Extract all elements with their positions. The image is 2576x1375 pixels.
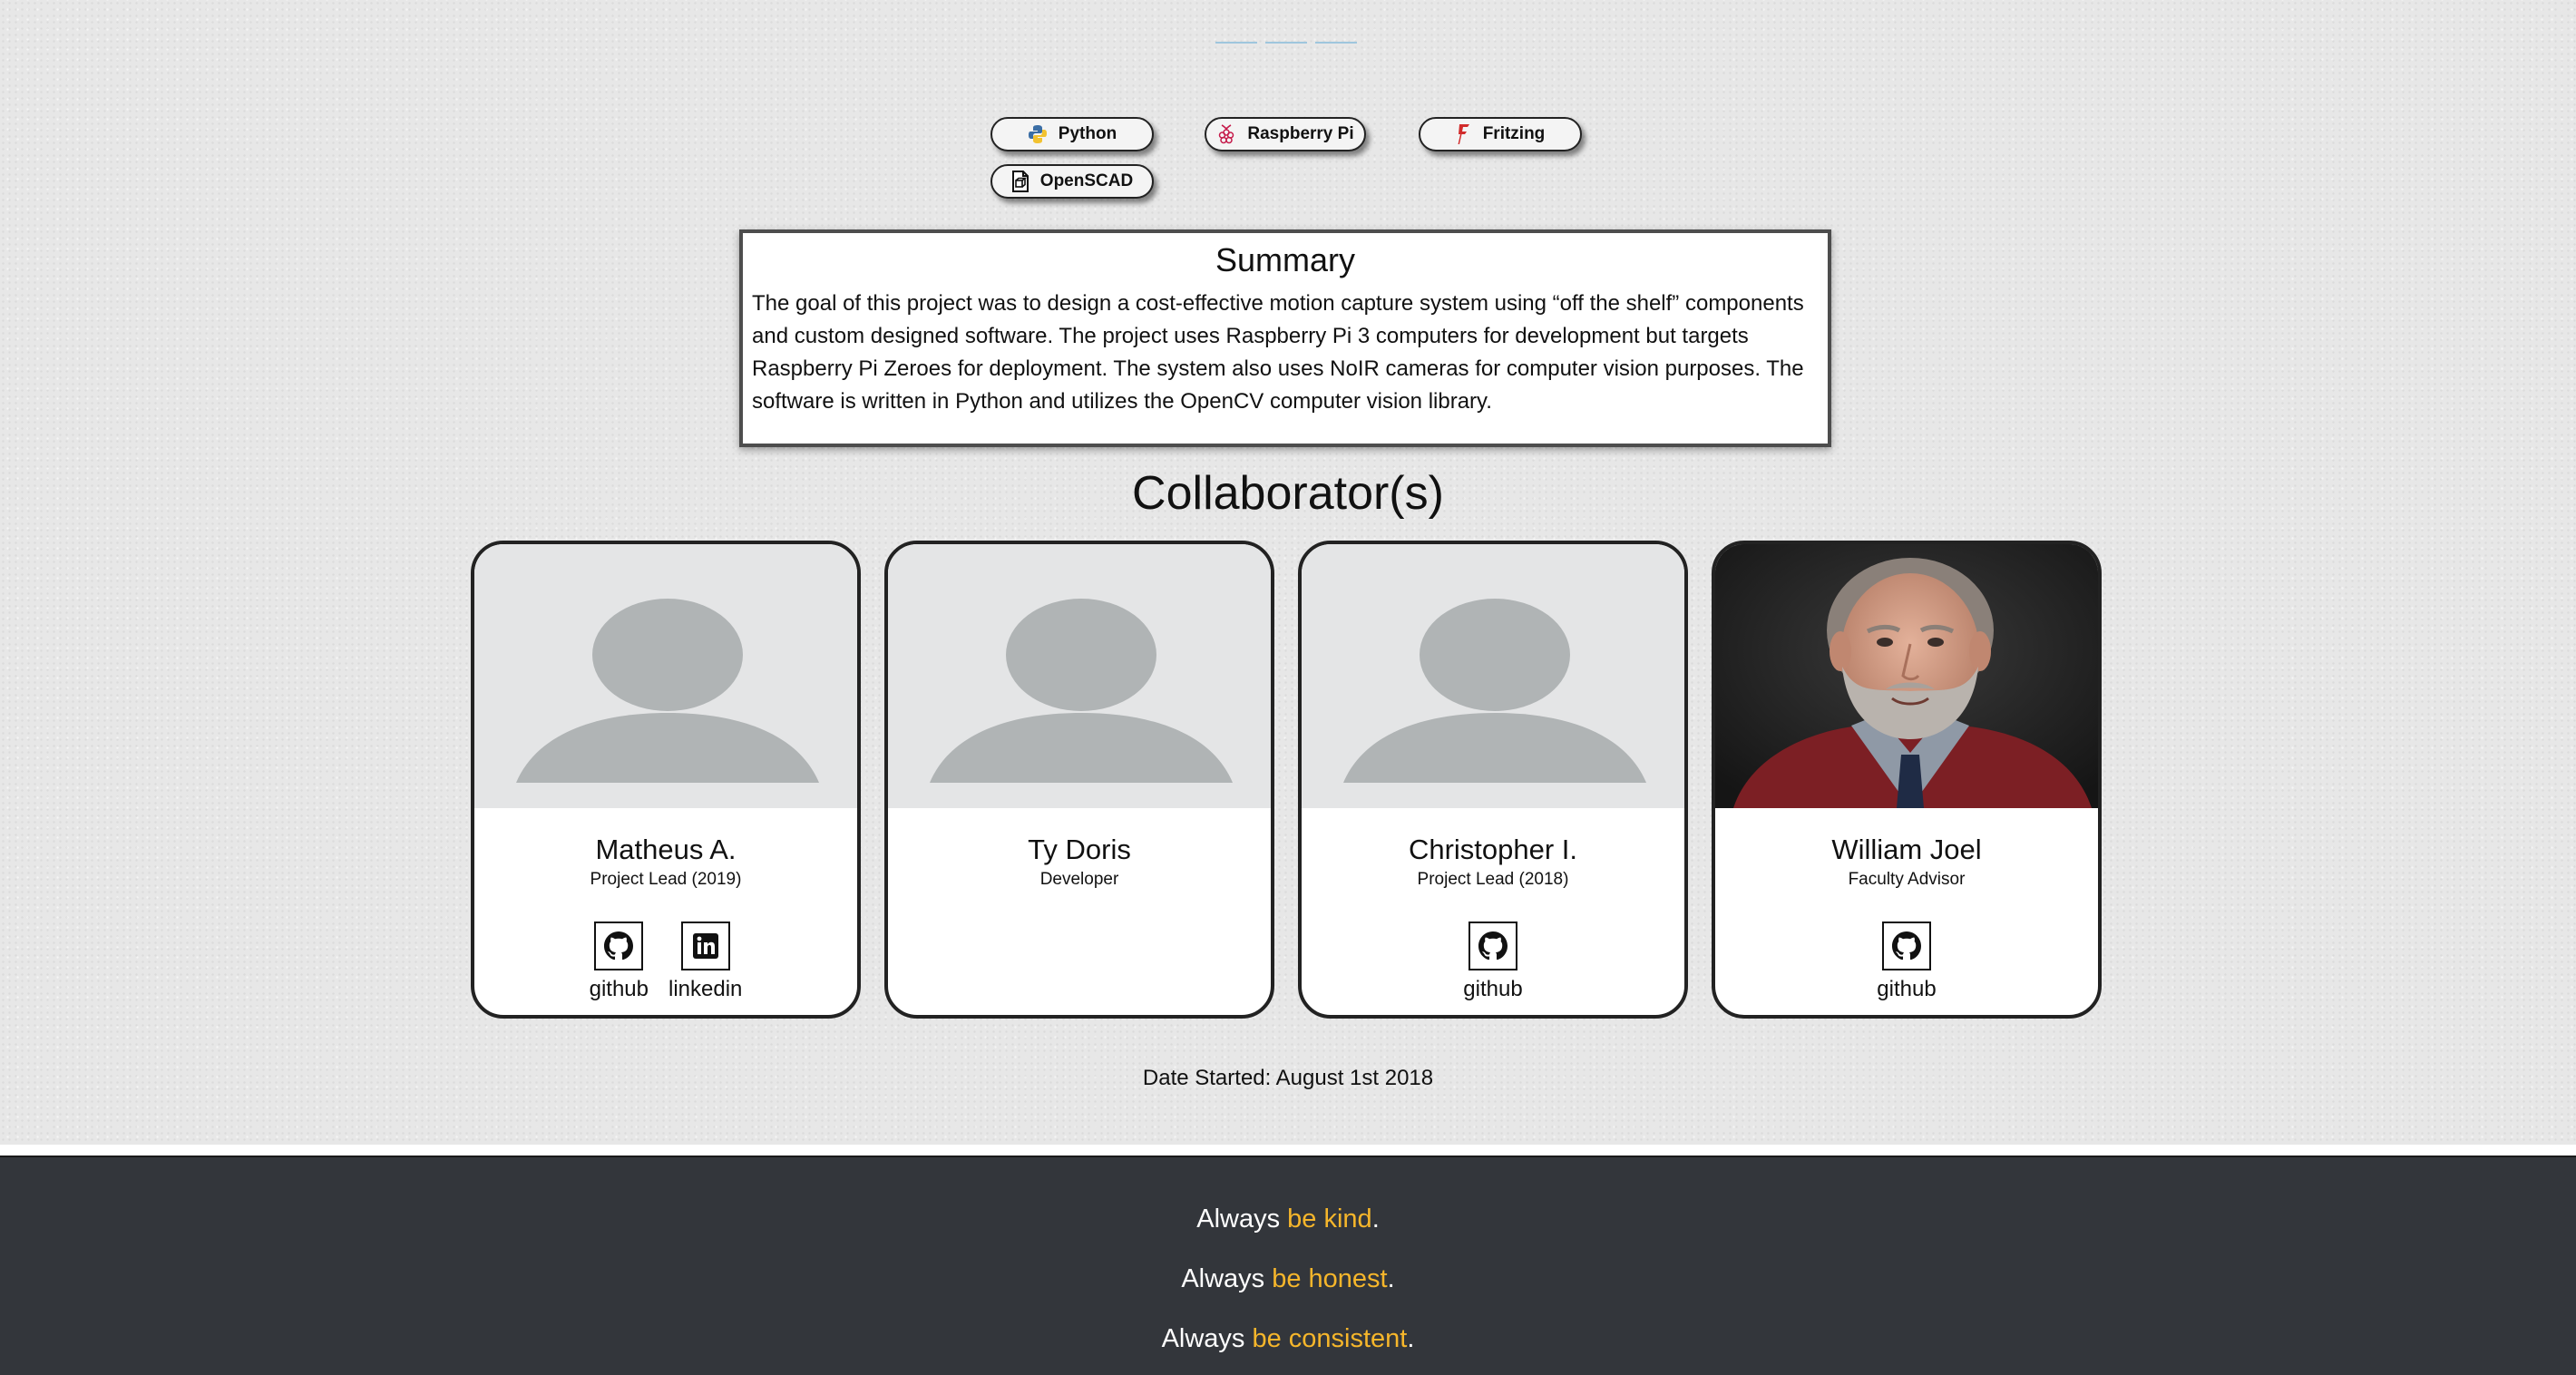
collaborator-name: Christopher I. [1408, 834, 1578, 865]
motto-suffix: . [1371, 1204, 1380, 1234]
motto-highlight: be kind [1287, 1204, 1372, 1234]
portrait-photo [1715, 544, 2098, 808]
github-link[interactable]: github [1463, 922, 1523, 1003]
summary-text: The goal of this project was to design a… [752, 291, 1804, 414]
summary-title: Summary [1215, 241, 1356, 278]
motto-highlight: be honest [1272, 1264, 1388, 1293]
tag-label: OpenSCAD [1039, 171, 1134, 190]
collaborator-card: Christopher I. Project Lead (2018) githu… [1298, 541, 1688, 1019]
avatar-placeholder-icon [516, 599, 819, 783]
motto-highlight: be consistent [1252, 1324, 1408, 1353]
avatar-placeholder-icon [930, 599, 1233, 783]
motto-suffix: . [1387, 1264, 1395, 1293]
github-icon [1881, 922, 1931, 970]
collaborator-card: Ty Doris Developer [884, 541, 1274, 1019]
avatar [888, 544, 1271, 808]
motto-suffix: . [1407, 1324, 1415, 1353]
collaborators-heading: Collaborator(s) [1132, 467, 1444, 520]
motto-prefix: Always [1181, 1264, 1273, 1293]
divider [1265, 42, 1307, 44]
collaborator-role: Project Lead (2019) [590, 870, 742, 889]
motto-prefix: Always [1161, 1324, 1253, 1353]
top-decoration [1215, 42, 1357, 45]
collaborator-name: Matheus A. [595, 834, 737, 865]
collaborator-role: Project Lead (2018) [1417, 870, 1569, 889]
collaborator-name: William Joel [1831, 834, 1982, 865]
tag-raspberry-pi[interactable]: Raspberry Pi [1205, 117, 1366, 151]
fritzing-icon [1456, 123, 1472, 145]
profile-links: github [1302, 922, 1684, 1003]
tag-python[interactable]: Python [990, 117, 1154, 151]
motto-prefix: Always [1196, 1204, 1288, 1234]
divider [1215, 42, 1257, 44]
motto-line: Always be kind. [0, 1203, 2576, 1235]
collaborator-name: Ty Doris [1028, 834, 1131, 865]
github-icon [1468, 922, 1517, 970]
tag-openscad[interactable]: OpenSCAD [990, 164, 1154, 199]
github-link[interactable]: github [590, 922, 649, 1003]
tag-label: Fritzing [1482, 124, 1546, 143]
tag-fritzing[interactable]: Fritzing [1419, 117, 1582, 151]
footer: Always be kind. Always be honest. Always… [0, 1156, 2576, 1375]
avatar [1715, 544, 2098, 808]
collaborator-role: Developer [1039, 870, 1119, 889]
collaborator-card: Matheus A. Project Lead (2019) github li… [471, 541, 861, 1019]
footer-divider [0, 1145, 2576, 1156]
profile-links: github [1715, 922, 2098, 1003]
collaborator-card: William Joel Faculty Advisor github [1712, 541, 2102, 1019]
python-icon [1028, 124, 1048, 144]
tag-label: Python [1058, 124, 1117, 143]
profile-links: github linkedin [474, 922, 857, 1003]
link-label: github [589, 977, 649, 1001]
linkedin-icon [680, 922, 730, 970]
avatar-placeholder-icon [1343, 599, 1646, 783]
github-icon [594, 922, 644, 970]
summary-panel: Summary The goal of this project was to … [739, 229, 1831, 447]
openscad-icon [1011, 171, 1029, 192]
github-link[interactable]: github [1877, 922, 1937, 1003]
collaborator-role: Faculty Advisor [1848, 870, 1966, 889]
link-label: github [1877, 977, 1937, 1001]
motto-line: Always be consistent. [0, 1322, 2576, 1355]
divider [1315, 42, 1357, 44]
linkedin-link[interactable]: linkedin [668, 922, 742, 1003]
avatar [474, 544, 857, 808]
raspberry-pi-icon [1216, 123, 1236, 145]
avatar [1302, 544, 1684, 808]
link-label: github [1463, 977, 1523, 1001]
date-started: Date Started: August 1st 2018 [1142, 1066, 1434, 1090]
motto-line: Always be honest. [0, 1263, 2576, 1295]
tag-label: Raspberry Pi [1247, 124, 1354, 143]
link-label: linkedin [668, 977, 743, 1001]
